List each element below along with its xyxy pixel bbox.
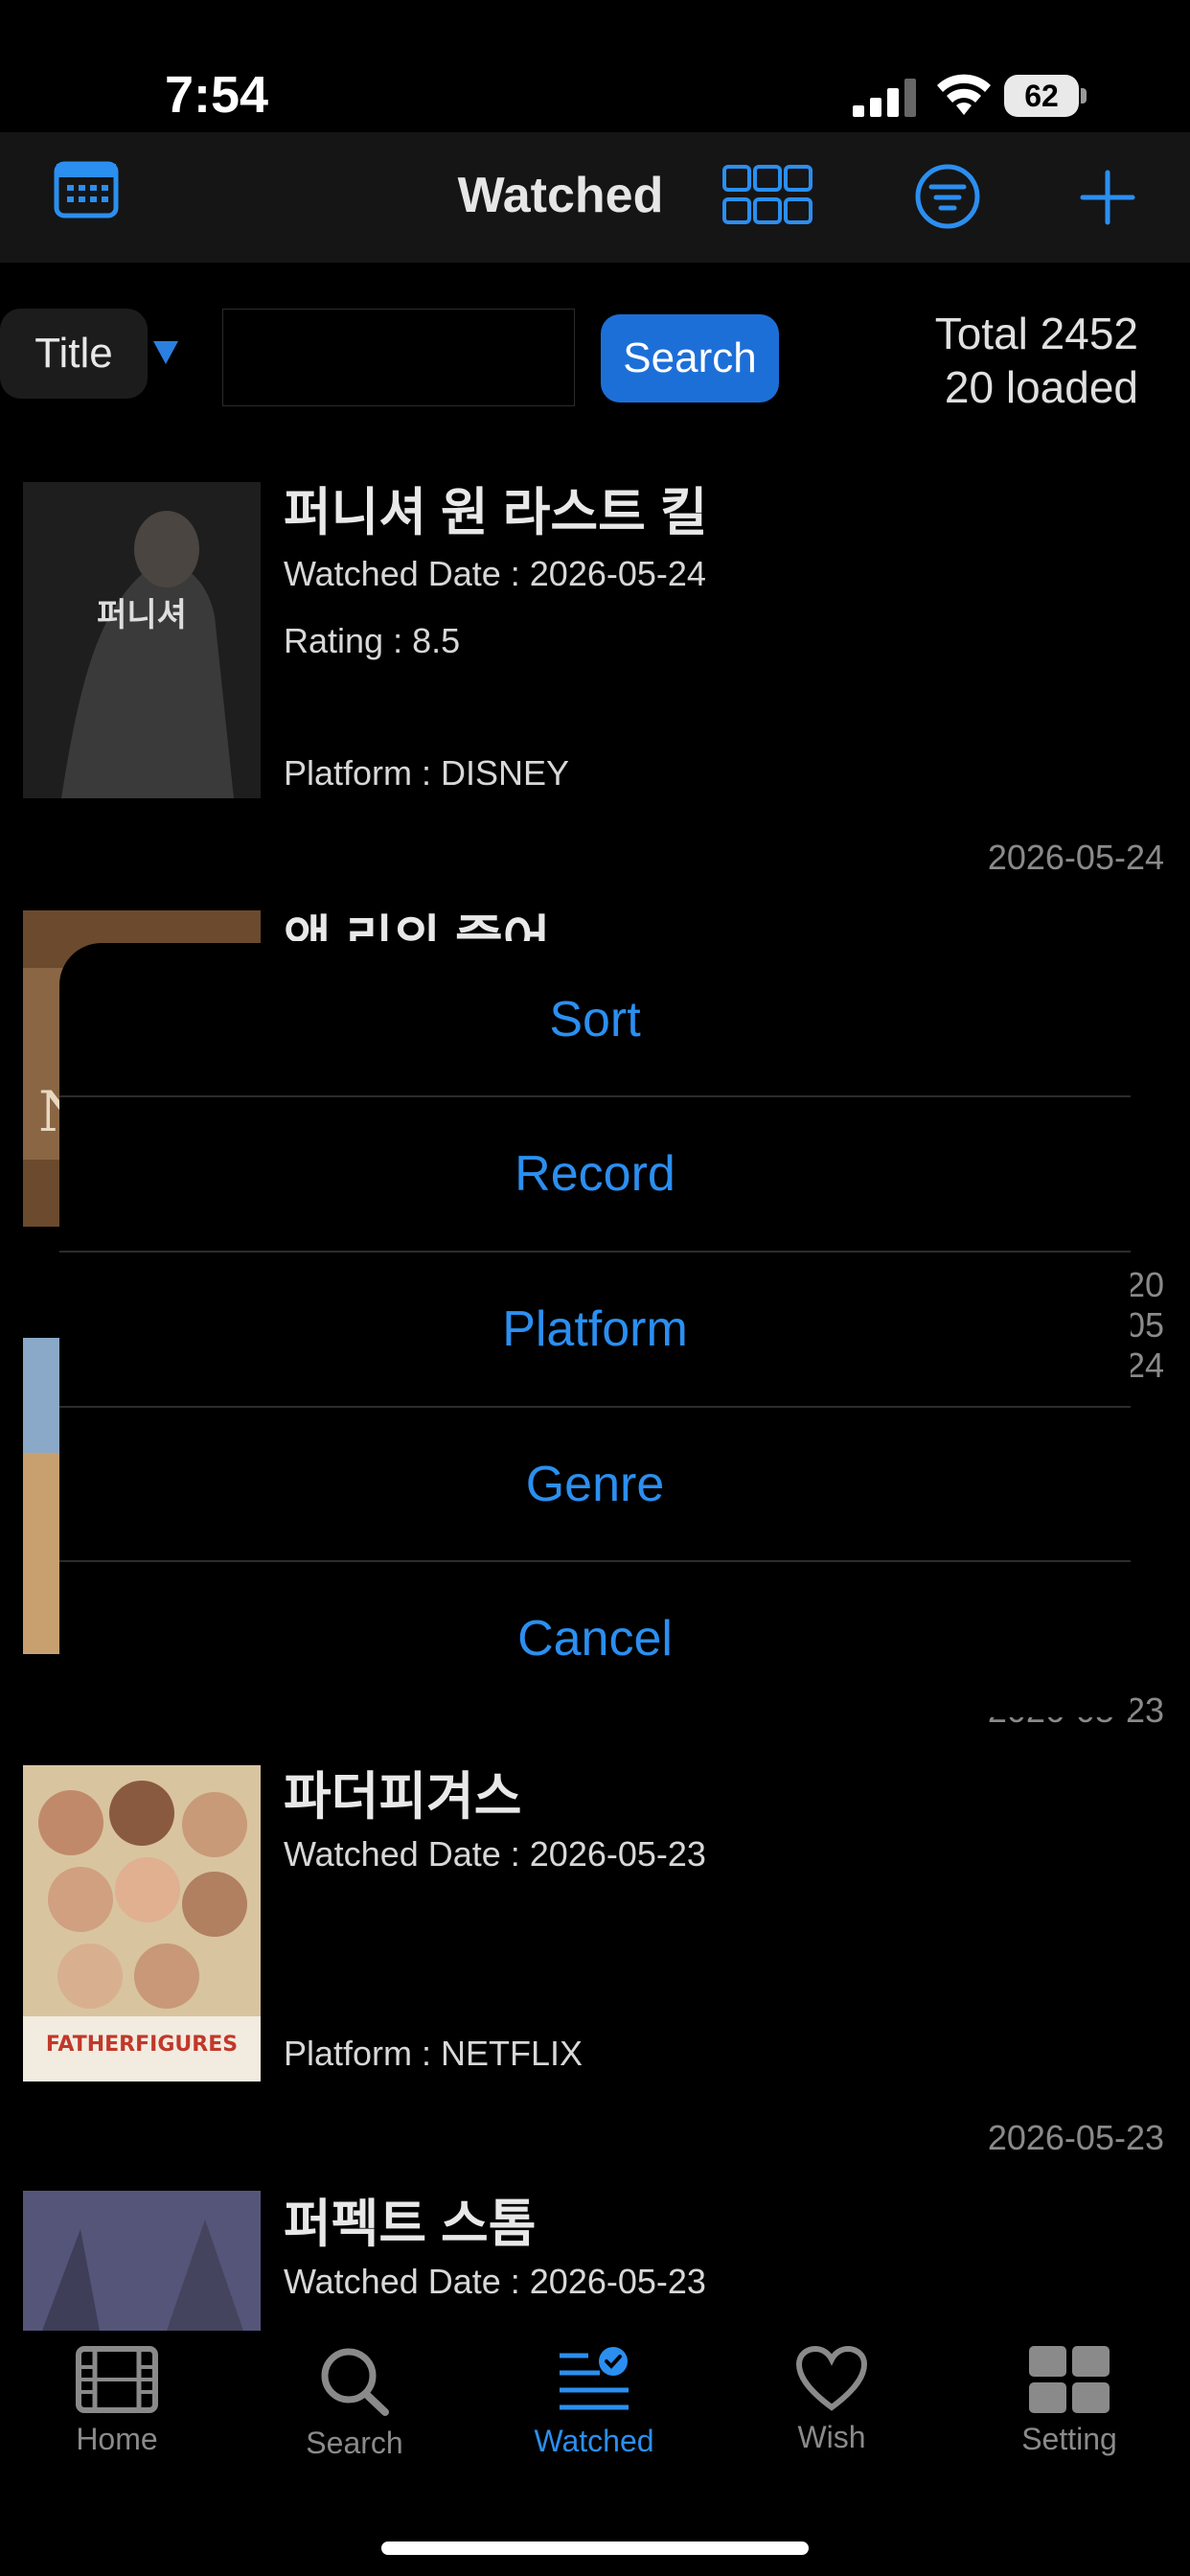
item-title[interactable]: 파더피겨스 [284,1754,521,1829]
filter-icon[interactable] [914,163,981,230]
search-field-label: Title [34,330,113,377]
genre-option[interactable]: Genre [59,1408,1131,1561]
magnifier-icon [321,2348,389,2416]
tab-setting[interactable]: Setting [973,2346,1165,2457]
tab-home[interactable]: Home [21,2346,213,2457]
item-date: 2026-05-23 [987,2118,1164,2157]
tab-search[interactable]: Search [259,2346,450,2461]
tab-label: Wish [797,2420,866,2454]
item-title[interactable]: 퍼펙트 스톰 [284,2181,536,2257]
item-title[interactable]: 퍼니셔 원 라스트 킬 [284,470,707,545]
tab-label: Setting [1021,2422,1117,2456]
poster-image[interactable] [23,2191,261,2331]
grid-view-icon[interactable] [722,165,812,224]
search-input[interactable] [222,309,575,406]
chevron-down-icon[interactable] [153,341,178,364]
battery-icon: 62 [1004,75,1087,117]
poster-image[interactable] [23,1338,59,1654]
poster-image[interactable]: 퍼니셔 [23,482,261,798]
item-title[interactable]: 앤 리의 즐어 [284,897,550,941]
tab-watched[interactable]: Watched [498,2346,690,2459]
heart-icon [795,2345,868,2411]
add-icon[interactable] [1079,169,1136,226]
status-time: 7:54 [165,66,269,124]
item-date: 2026-05-24 [987,838,1164,877]
checklist-icon [560,2347,629,2410]
platform: Platform : NETFLIX [284,2034,584,2073]
search-button[interactable]: Search [601,314,779,402]
poster-image[interactable]: FATHERFIGURES [23,1765,261,2082]
cellular-signal-icon [853,79,916,117]
battery-level: 62 [1024,79,1059,113]
film-icon [76,2346,158,2413]
poster-title-text: FATHERFIGURES [46,2033,238,2057]
platform-option[interactable]: Platform [59,1253,1131,1406]
watched-date: Watched Date : 2026-05-23 [284,1834,706,1874]
tab-label: Search [306,2426,403,2460]
loaded-label: 20 loaded [944,362,1138,412]
tab-wish[interactable]: Wish [736,2345,927,2455]
watched-date: Watched Date : 2026-05-23 [284,2262,706,2301]
record-option[interactable]: Record [59,1097,1131,1251]
search-button-label: Search [623,334,757,381]
rating: Rating : 8.5 [284,621,461,660]
total-count: Total 2452 20 loaded [935,307,1138,414]
tab-label: Home [76,2422,158,2456]
home-indicator[interactable] [381,2542,809,2555]
sort-option[interactable]: Sort [59,943,1131,1096]
wifi-icon [937,74,991,115]
watched-date: Watched Date : 2026-05-24 [284,554,706,593]
cancel-button[interactable]: Cancel [59,1562,1131,1715]
search-field-select[interactable]: Title [0,309,148,399]
total-label: Total 2452 [934,309,1138,358]
grid-icon [1029,2346,1110,2413]
platform: Platform : DISNEY [284,753,570,793]
item-date: 2026-05-24 [1126,1265,1164,1385]
poster-title-text: 퍼니셔 [97,596,187,634]
tab-label: Watched [534,2424,654,2458]
